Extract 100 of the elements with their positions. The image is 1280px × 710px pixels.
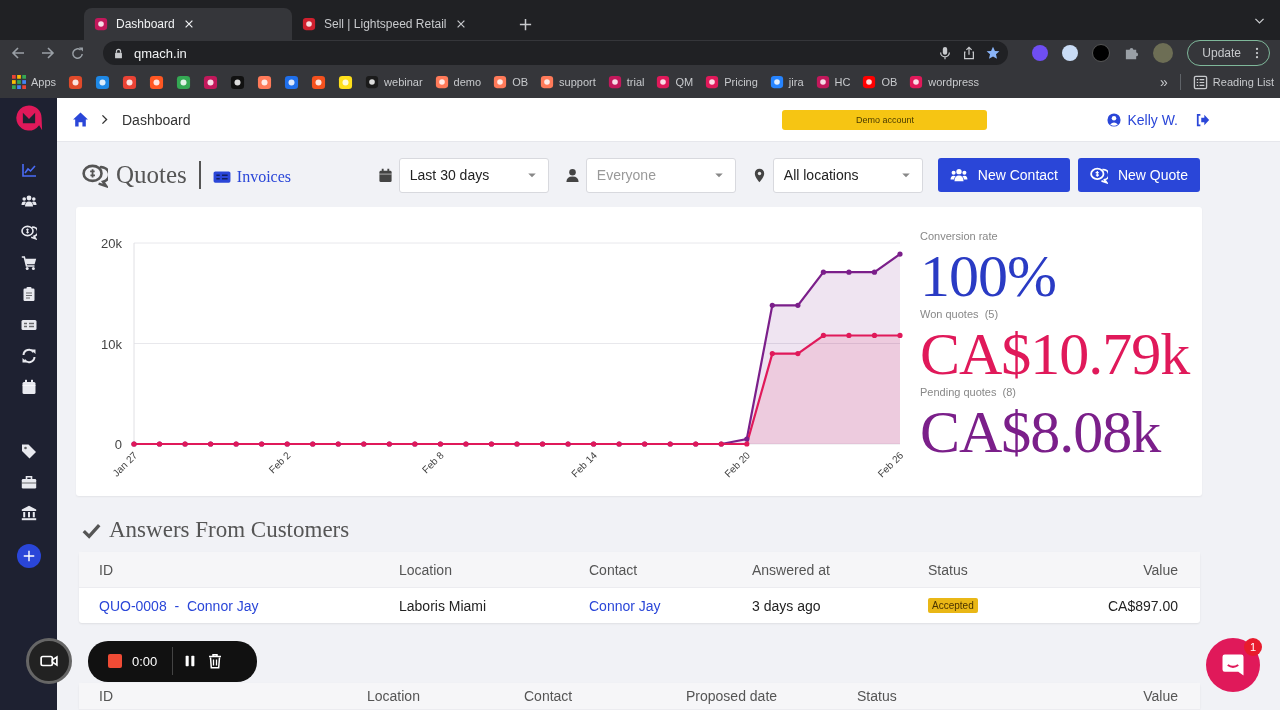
bookmark-icon[interactable] [338,74,354,90]
new-contact-button[interactable]: New Contact [937,158,1070,192]
refresh-icon[interactable] [20,347,37,364]
lock-icon [113,47,124,59]
person-icon [564,167,580,183]
filter-dropdown[interactable]: All locations [772,157,923,193]
bookmark-icon[interactable] [122,74,138,90]
sign-out-icon[interactable] [1196,112,1210,127]
chart-point [897,251,903,257]
app-logo[interactable] [14,104,43,132]
bookmark-link[interactable]: webinar [365,75,423,89]
table-cell: CA$897.00 [1107,597,1178,614]
column-header: ID [99,561,114,578]
stat-value: CA$8.08k [920,400,1162,464]
bookmark-link[interactable]: wordpress [909,75,980,89]
table-cell: 3 days ago [752,597,821,614]
status-badge: Accepted [928,598,978,613]
address-bar[interactable]: qmach.in [103,41,1009,65]
axis-label: Feb 2 [266,449,293,476]
bookmarks-overflow[interactable]: » [1160,74,1168,90]
reload-icon[interactable] [70,45,85,61]
chart-point [820,332,826,339]
home-icon[interactable] [72,111,89,128]
demo-account-banner: Demo account [782,109,988,130]
stat-value: CA$10.79k [920,322,1190,386]
bookmark-link[interactable]: OB [493,75,529,89]
share-icon[interactable] [962,46,977,60]
trash-icon[interactable] [207,653,223,669]
column-header: Location [367,688,421,704]
reading-list-icon [1192,74,1208,90]
stat-value: 100% [920,244,1057,308]
cart-icon[interactable] [20,254,37,271]
add-button[interactable] [16,544,41,568]
page-title: Quotes [116,161,187,189]
new-tab-icon[interactable] [518,17,533,32]
toolbox-icon[interactable] [20,473,37,490]
card-icon [212,168,231,186]
bookmark-link[interactable]: HC [815,75,851,89]
chat-button[interactable] [1206,638,1260,692]
bookmark-icon[interactable] [230,74,246,90]
extensions-icon[interactable] [1124,45,1140,61]
bookmark-icon[interactable] [95,74,111,90]
bookmark-icon[interactable] [68,74,84,90]
column-header: Contact [589,561,639,578]
bookmark-link[interactable]: QM [656,75,694,89]
bookmark-icon[interactable] [176,74,192,90]
bookmark-link[interactable]: demo [434,75,482,89]
pause-icon[interactable] [183,654,197,668]
chart-point [846,332,852,339]
chart-icon[interactable] [20,161,37,178]
microphone-icon[interactable] [938,46,953,60]
back-icon[interactable] [10,45,26,61]
stat-label: Won quotes (5) [920,308,1000,322]
user-icon [1107,112,1122,127]
tag-icon[interactable] [20,442,37,459]
column-header: Proposed date [686,688,779,704]
apps-icon [12,75,26,89]
reading-list-link[interactable]: Reading List [1192,74,1274,90]
bookmark-link[interactable]: support [540,75,596,89]
calendar-icon[interactable] [20,378,37,395]
bookmark-icon[interactable] [311,74,327,90]
stat-label: Pending quotes (8) [920,386,1018,400]
star-icon[interactable] [986,46,1001,60]
chat-icon [1221,653,1245,677]
invoices-link[interactable]: Invoices [212,168,292,186]
forward-icon[interactable] [40,45,56,61]
column-header: Location [399,561,453,578]
bookmark-icon[interactable] [257,74,273,90]
bookmark-link[interactable]: trial [607,75,645,89]
browser-tab[interactable]: Sell | Lightspeed Retail [292,8,500,40]
quote-icon[interactable] [20,223,37,240]
recording-time: 0:00 [132,653,159,669]
notification-badge: 1 [1244,638,1262,656]
bookmark-link[interactable]: jira [769,75,804,89]
new-quote-button[interactable]: New Quote [1077,158,1200,192]
bookmark-icon[interactable] [284,74,300,90]
bank-icon[interactable] [20,504,37,521]
bookmark-link[interactable]: Pricing [705,75,758,89]
breadcrumb-current: Dashboard [122,111,191,128]
filter-dropdown[interactable]: Last 30 days [398,157,549,193]
bookmark-icon[interactable] [149,74,165,90]
chart-point [897,332,903,339]
user-name-link[interactable]: Kelly W. [1127,111,1178,128]
axis-label: 20k [101,236,122,251]
table-cell: Laboris Miami [399,597,487,614]
quote-icon [1089,166,1108,184]
quote-link[interactable]: QUO-0008 - Connor Jay [99,597,259,614]
section-title: Answers From Customers [109,517,350,543]
browser-tab[interactable]: Dashboard [84,8,292,40]
bookmark-link[interactable]: OB [862,75,898,89]
column-header: Contact [524,688,574,704]
camera-button[interactable] [26,638,72,684]
contact-link[interactable]: Connor Jay [589,597,661,614]
chevron-right-icon [99,114,110,125]
bookmark-icon[interactable] [203,74,219,90]
bookmark-link[interactable]: Apps [12,75,57,89]
column-header: Value [1143,688,1178,704]
stat-label: Conversion rate [920,230,999,244]
extension-icon[interactable] [1062,45,1079,61]
chart-point [871,269,878,275]
